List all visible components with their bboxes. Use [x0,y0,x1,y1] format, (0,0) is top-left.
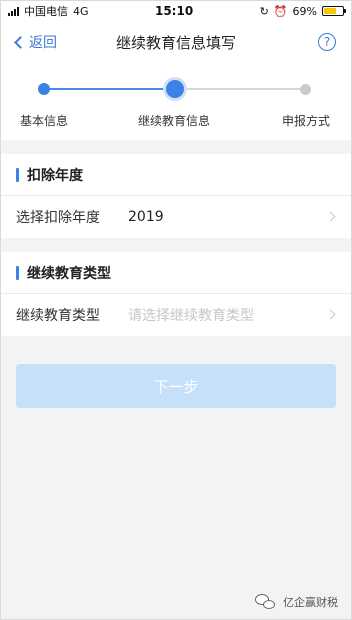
back-label: 返回 [29,35,57,51]
help-icon[interactable]: ? [318,33,336,51]
chevron-left-icon [14,35,27,49]
alarm-icon: ⏰ [273,4,288,18]
battery-icon [321,6,346,16]
status-left: 中国电信 4G [8,3,89,19]
row-label: 选择扣除年度 [16,210,100,226]
status-bar: 中国电信 4G 15:10 ↻ ⏰ 69% [0,0,352,22]
step-label-education-info: 继续教育信息 [138,114,211,128]
chevron-right-icon [325,211,336,222]
chevron-right-icon [325,309,336,320]
back-button[interactable]: 返回 [12,22,57,62]
step-connector-todo [176,88,306,90]
step-connector-done [44,88,174,90]
deduction-year-select[interactable]: 选择扣除年度 2019 [0,196,352,238]
wechat-icon [255,594,277,610]
section-marker [16,265,19,280]
section-title: 继续教育类型 [27,265,111,282]
section-education-type: 继续教育类型 [0,252,352,294]
status-right: ↻ ⏰ 69% [259,4,346,18]
watermark: 亿企赢财税 [255,594,338,610]
battery-percent: 69% [292,4,317,18]
education-type-select[interactable]: 继续教育类型 请选择继续教育类型 [0,294,352,336]
step-label-filing-method: 申报方式 [282,114,331,128]
row-label: 继续教育类型 [16,308,100,324]
lock-rotation-icon: ↻ [259,4,269,18]
clock: 15:10 [154,4,194,18]
step-label-basic-info: 基本信息 [20,114,69,128]
education-type-placeholder: 请选择继续教育类型 [128,308,254,324]
progress-stepper: 基本信息 继续教育信息 申报方式 [0,62,352,140]
next-step-button[interactable]: 下一步 [16,364,336,408]
step-dot-filing-method [300,84,311,95]
step-dot-basic-info [38,83,50,95]
step-dot-education-info [166,80,184,98]
carrier-name: 中国电信 [24,5,68,18]
next-button-wrap: 下一步 [0,336,352,408]
page-title: 继续教育信息填写 [115,33,236,52]
section-marker [16,167,19,182]
section-deduction-year: 扣除年度 [0,154,352,196]
network-type: 4G [73,4,89,18]
battery-level [323,8,337,14]
signal-icon [8,6,19,16]
deduction-year-value: 2019 [128,209,164,225]
section-title: 扣除年度 [27,167,83,184]
watermark-text: 亿企赢财税 [283,596,338,609]
nav-bar: 返回 继续教育信息填写 ? [0,22,352,62]
